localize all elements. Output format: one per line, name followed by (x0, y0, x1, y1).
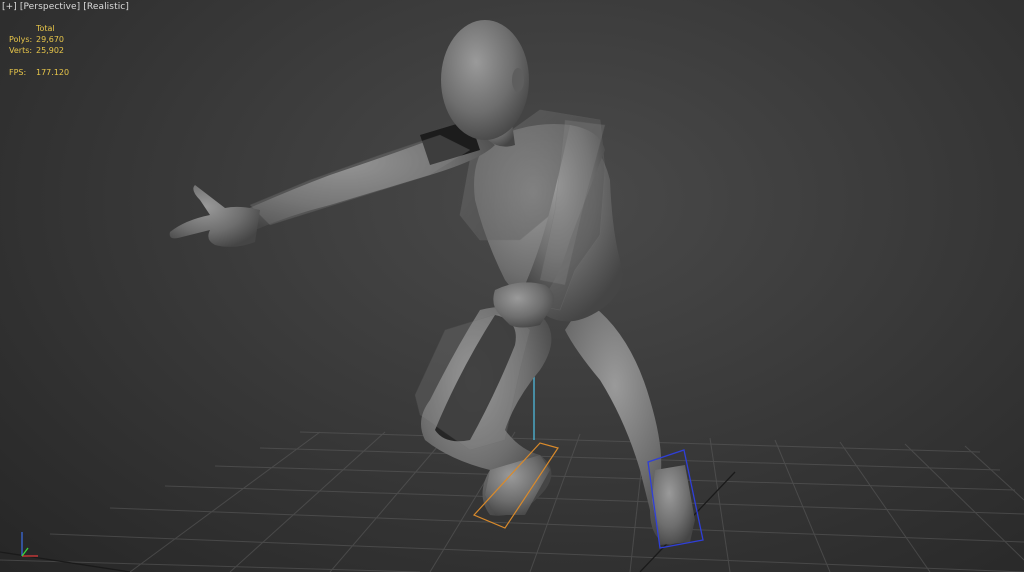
fps-label: FPS: (9, 68, 27, 77)
polys-value: 29,670 (36, 35, 64, 44)
view-axis-tripod (21, 532, 38, 557)
polys-label: Polys: (9, 35, 33, 44)
verts-label: Verts: (9, 46, 33, 55)
viewport-point-of-view-menu[interactable]: [Perspective] (20, 2, 80, 12)
statistics-overlay: Total Polys: 29,670 Verts: 25,902 FPS: 1… (9, 23, 129, 78)
sleeve-translucent (249, 134, 471, 226)
viewport-general-menu[interactable]: [+] (2, 2, 17, 12)
ear-mesh (512, 68, 524, 92)
character-mesh[interactable] (169, 20, 695, 545)
viewport-label-menu[interactable]: [+] [Perspective] [Realistic] (2, 2, 129, 12)
fps-value: 177.120 (36, 68, 70, 77)
perspective-viewport[interactable]: [+] [Perspective] [Realistic] Total Poly… (0, 0, 1024, 572)
verts-value: 25,902 (36, 46, 64, 55)
stats-header: Total (36, 24, 55, 33)
pointing-hand-mesh[interactable] (169, 185, 260, 247)
grid-axis-lines (0, 471, 736, 572)
viewport-scene[interactable] (0, 0, 1024, 572)
viewport-shading-menu[interactable]: [Realistic] (83, 2, 129, 12)
